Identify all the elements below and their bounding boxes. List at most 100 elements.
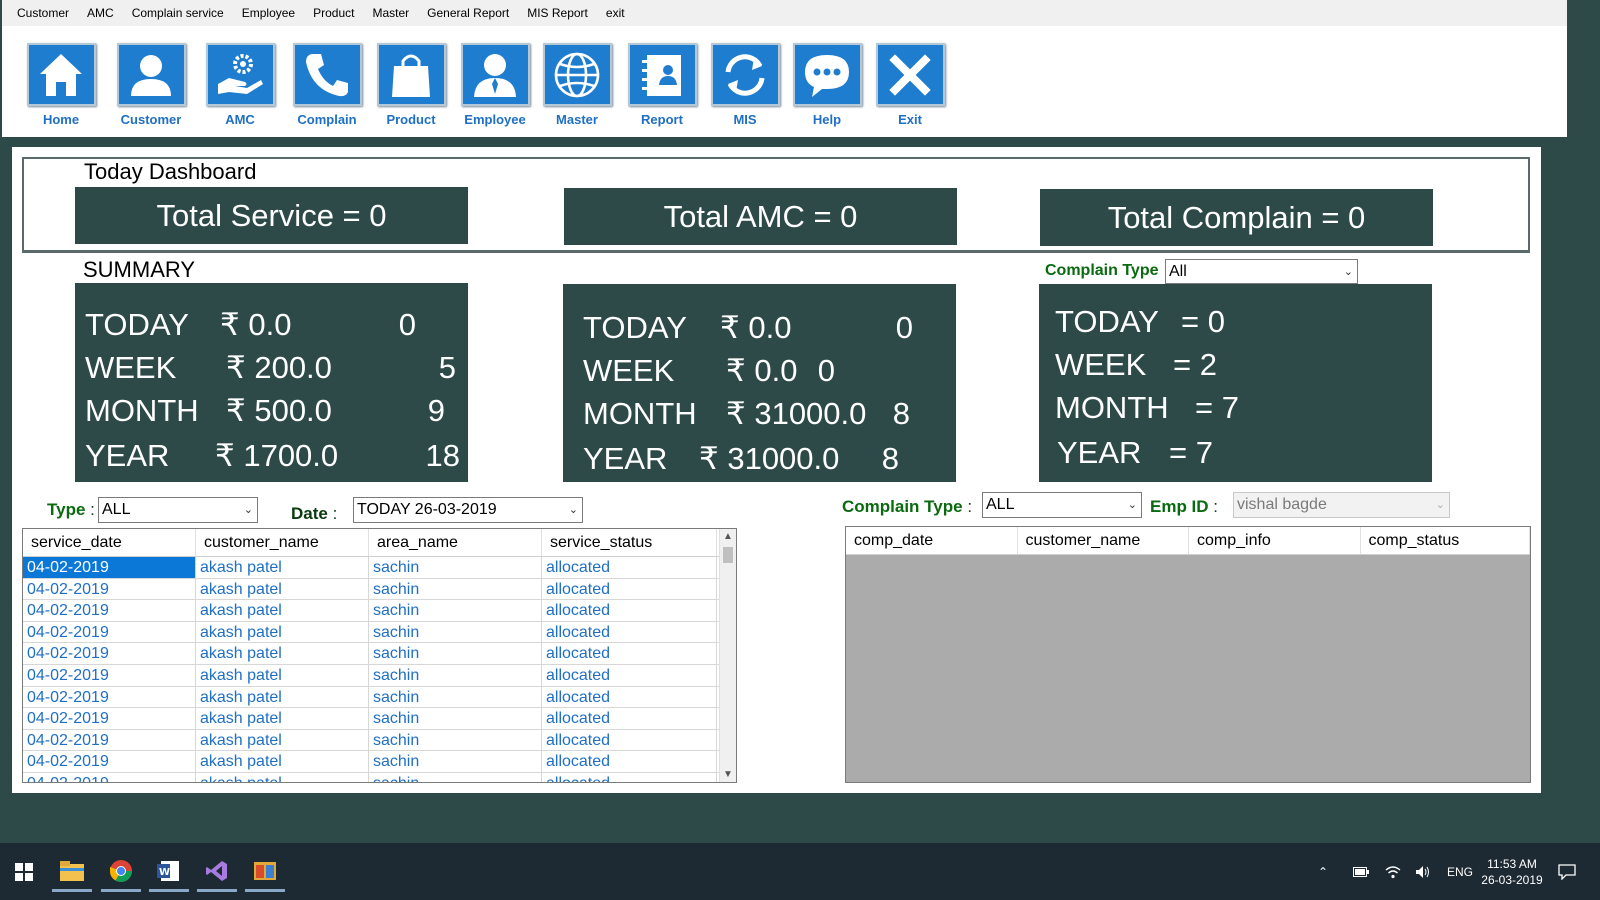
service-grid-scrollbar[interactable]: ▲ ▼ bbox=[719, 529, 736, 782]
table-cell[interactable]: allocated bbox=[542, 557, 717, 578]
table-cell[interactable]: allocated bbox=[542, 729, 717, 751]
complain-button[interactable]: Complain bbox=[288, 43, 366, 127]
table-cell[interactable]: sachin bbox=[369, 643, 542, 664]
exit-button[interactable]: Exit bbox=[871, 43, 949, 127]
menu-item-complain-service[interactable]: Complain service bbox=[123, 6, 233, 20]
tray-chevron-up-icon[interactable]: ⌃ bbox=[1318, 843, 1328, 900]
menu-item-amc[interactable]: AMC bbox=[78, 6, 123, 20]
table-cell[interactable]: akash patel bbox=[196, 578, 369, 600]
table-cell[interactable]: 04-02-2019 bbox=[23, 578, 196, 600]
table-cell[interactable]: 04-02-2019 bbox=[23, 643, 196, 664]
table-cell[interactable]: sachin bbox=[369, 621, 542, 643]
table-row[interactable]: 04-02-2019akash patelsachinallocated bbox=[23, 751, 736, 773]
help-button[interactable]: Help bbox=[788, 43, 866, 127]
service-grid[interactable]: service_date customer_name area_name servic… bbox=[22, 528, 737, 783]
table-cell[interactable]: 04-02-2019 bbox=[23, 600, 196, 621]
summary-complain-type-select[interactable]: All ⌄ bbox=[1165, 259, 1358, 284]
table-row[interactable]: 04-02-2019akash patelsachinallocated bbox=[23, 621, 736, 644]
table-cell[interactable]: 04-02-2019 bbox=[23, 664, 196, 686]
table-cell[interactable]: akash patel bbox=[196, 600, 369, 621]
table-row[interactable]: 04-02-2019akash patelsachinallocated bbox=[23, 686, 736, 709]
amc-button[interactable]: AMC bbox=[201, 43, 279, 127]
windows-start-icon[interactable] bbox=[4, 852, 44, 892]
table-cell[interactable]: akash patel bbox=[196, 708, 369, 729]
date-select[interactable]: TODAY 26-03-2019 ⌄ bbox=[353, 497, 583, 523]
table-cell[interactable]: allocated bbox=[542, 708, 717, 729]
file-explorer-icon[interactable] bbox=[52, 852, 92, 892]
word-icon[interactable]: W bbox=[149, 852, 189, 892]
table-cell[interactable]: 04-02-2019 bbox=[23, 751, 196, 772]
column-header-customer-name[interactable]: customer_name bbox=[196, 529, 369, 556]
table-row[interactable]: 04-02-2019akash patelsachinallocated bbox=[23, 557, 736, 579]
table-cell[interactable]: sachin bbox=[369, 557, 542, 578]
battery-icon[interactable] bbox=[1353, 843, 1369, 900]
scroll-down-icon[interactable]: ▼ bbox=[720, 769, 736, 780]
table-cell[interactable]: sachin bbox=[369, 686, 542, 708]
table-cell[interactable]: akash patel bbox=[196, 664, 369, 686]
column-header-customer-name[interactable]: customer_name bbox=[1018, 527, 1189, 554]
table-cell[interactable]: akash patel bbox=[196, 729, 369, 751]
table-cell[interactable]: sachin bbox=[369, 600, 542, 621]
scroll-thumb[interactable] bbox=[723, 547, 733, 563]
table-cell[interactable]: 04-02-2019 bbox=[23, 708, 196, 729]
table-cell[interactable]: akash patel bbox=[196, 686, 369, 708]
table-row[interactable]: 04-02-2019akash patelsachinallocated bbox=[23, 729, 736, 752]
table-cell[interactable]: akash patel bbox=[196, 643, 369, 664]
type-select[interactable]: ALL ⌄ bbox=[98, 497, 258, 523]
home-button[interactable]: Home bbox=[22, 43, 100, 127]
table-cell[interactable]: 04-02-2019 bbox=[23, 686, 196, 708]
report-button[interactable]: Report bbox=[623, 43, 701, 127]
menu-item-exit[interactable]: exit bbox=[597, 6, 634, 20]
mis-button[interactable]: MIS bbox=[706, 43, 784, 127]
emp-id-select[interactable]: vishal bagde ⌄ bbox=[1233, 492, 1450, 518]
table-cell[interactable]: allocated bbox=[542, 664, 717, 686]
employee-button[interactable]: Employee bbox=[456, 43, 534, 127]
menu-item-mis-report[interactable]: MIS Report bbox=[518, 6, 597, 20]
table-cell[interactable]: sachin bbox=[369, 772, 542, 782]
menu-item-product[interactable]: Product bbox=[304, 6, 363, 20]
table-row[interactable]: 04-02-2019akash patelsachinallocated bbox=[23, 664, 736, 687]
table-cell[interactable]: sachin bbox=[369, 578, 542, 600]
table-cell[interactable]: allocated bbox=[542, 600, 717, 621]
table-cell[interactable]: sachin bbox=[369, 729, 542, 751]
column-header-comp-status[interactable]: comp_status bbox=[1361, 527, 1530, 554]
table-cell[interactable]: allocated bbox=[542, 751, 717, 772]
customer-button[interactable]: Customer bbox=[112, 43, 190, 127]
column-header-service-status[interactable]: service_status bbox=[542, 529, 717, 556]
table-cell[interactable]: 04-02-2019 bbox=[23, 621, 196, 643]
table-cell[interactable]: sachin bbox=[369, 708, 542, 729]
menu-item-employee[interactable]: Employee bbox=[233, 6, 304, 20]
master-button[interactable]: Master bbox=[538, 43, 616, 127]
column-header-comp-date[interactable]: comp_date bbox=[846, 527, 1018, 554]
menu-item-master[interactable]: Master bbox=[363, 6, 418, 20]
clock[interactable]: 11:53 AM 26-03-2019 bbox=[1478, 843, 1546, 900]
table-cell[interactable]: allocated bbox=[542, 578, 717, 600]
product-button[interactable]: Product bbox=[372, 43, 450, 127]
complain-grid[interactable]: comp_date customer_name comp_info comp_stat… bbox=[845, 526, 1531, 783]
table-cell[interactable]: allocated bbox=[542, 686, 717, 708]
table-cell[interactable]: 04-02-2019 bbox=[23, 557, 196, 578]
table-cell[interactable]: akash patel bbox=[196, 751, 369, 772]
table-row[interactable]: 04-02-2019akash patelsachinallocated bbox=[23, 643, 736, 665]
column-header-area-name[interactable]: area_name bbox=[369, 529, 542, 556]
volume-icon[interactable] bbox=[1415, 843, 1431, 900]
table-cell[interactable]: akash patel bbox=[196, 557, 369, 578]
table-cell[interactable]: akash patel bbox=[196, 772, 369, 782]
menu-item-customer[interactable]: Customer bbox=[8, 6, 78, 20]
menu-item-general-report[interactable]: General Report bbox=[418, 6, 518, 20]
column-header-comp-info[interactable]: comp_info bbox=[1189, 527, 1361, 554]
table-cell[interactable]: allocated bbox=[542, 621, 717, 643]
table-cell[interactable]: allocated bbox=[542, 643, 717, 664]
table-cell[interactable]: sachin bbox=[369, 751, 542, 772]
scroll-up-icon[interactable]: ▲ bbox=[720, 531, 736, 542]
app-window-icon[interactable] bbox=[245, 852, 285, 892]
table-cell[interactable]: 04-02-2019 bbox=[23, 729, 196, 751]
wifi-icon[interactable] bbox=[1385, 843, 1401, 900]
table-row[interactable]: 04-02-2019akash patelsachinallocated bbox=[23, 772, 736, 782]
notifications-icon[interactable] bbox=[1558, 843, 1576, 900]
table-cell[interactable]: allocated bbox=[542, 772, 717, 782]
table-cell[interactable]: 04-02-2019 bbox=[23, 772, 196, 782]
table-cell[interactable]: akash patel bbox=[196, 621, 369, 643]
complain-type-select[interactable]: ALL ⌄ bbox=[982, 492, 1142, 518]
table-cell[interactable]: sachin bbox=[369, 664, 542, 686]
